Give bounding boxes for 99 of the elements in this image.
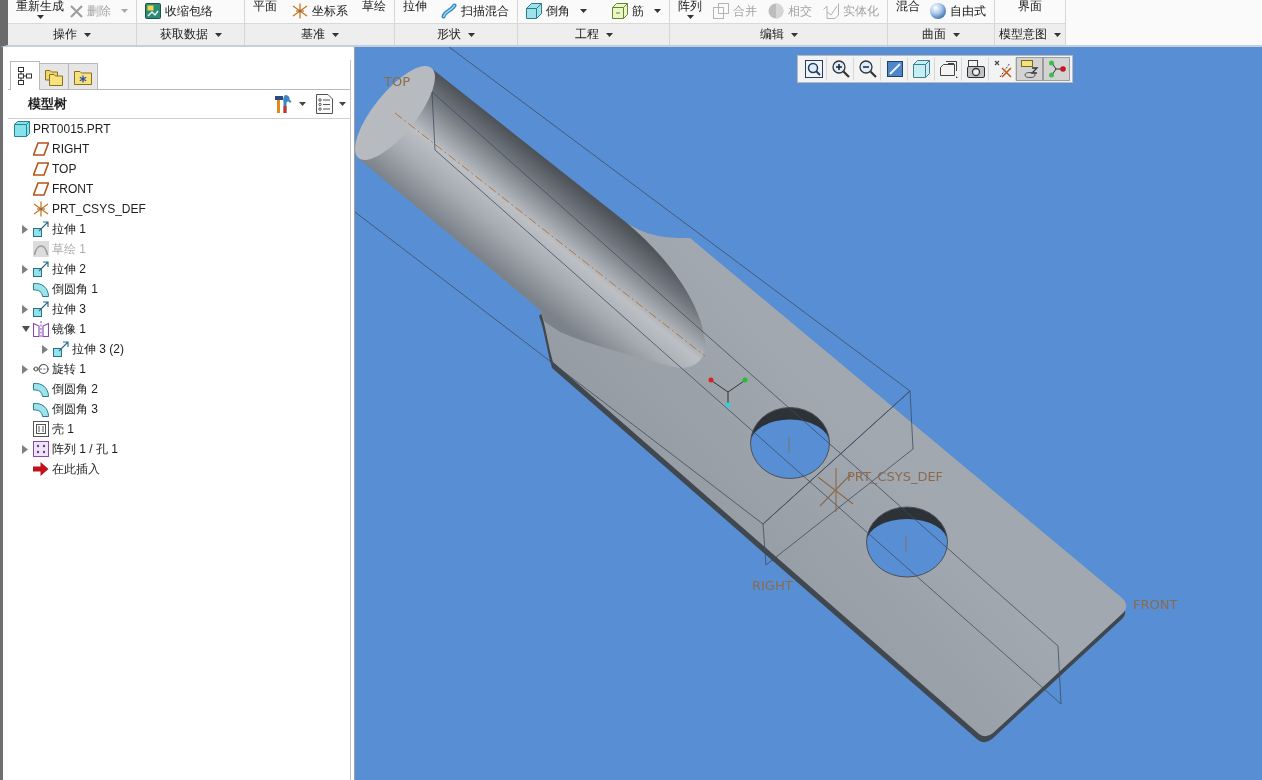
picture-tile-icon: [145, 3, 161, 19]
caret-icon[interactable]: [953, 32, 960, 37]
ribbon-button[interactable]: 界面: [1018, 0, 1042, 13]
tree-item[interactable]: FRONT: [8, 179, 94, 199]
curved-corner-icon: [33, 401, 49, 417]
pencil-square-icon: [886, 61, 903, 77]
folder-star-icon: [74, 68, 92, 85]
block-icon: [612, 3, 628, 19]
caret-icon[interactable]: [468, 32, 475, 37]
square-arrow-icon: [33, 221, 49, 237]
sphere-icon: [930, 3, 946, 19]
spin-center-button[interactable]: [1043, 57, 1070, 81]
tag-icon: [1020, 60, 1039, 78]
parallelogram-icon: [33, 182, 49, 196]
caret-icon[interactable]: [654, 9, 661, 13]
circle-axis-icon: [33, 363, 49, 375]
cross-icon: [70, 4, 83, 18]
caret-icon[interactable]: [1054, 32, 1061, 37]
dot-grid-icon: [33, 441, 49, 457]
tree-item[interactable]: RIGHT: [8, 139, 90, 159]
tree-item[interactable]: 拉伸 3: [8, 299, 86, 319]
square-arrow-icon: [53, 341, 69, 357]
arrow-icon: [33, 462, 49, 476]
group-menu-button[interactable]: 编辑: [759, 26, 798, 44]
hierarchy-icon: [18, 67, 32, 85]
square-arrow-icon: [33, 261, 49, 277]
crossed-axes-icon: [993, 60, 1012, 78]
caret-icon[interactable]: [36, 15, 44, 19]
view-triad-icon: [708, 377, 748, 408]
disc-icon: [768, 3, 784, 19]
ribbon-button[interactable]: 阵列: [678, 0, 702, 19]
caret-icon[interactable]: [331, 32, 339, 37]
tree-display-button[interactable]: [316, 93, 346, 115]
ribbon-button[interactable]: 拉伸: [403, 0, 427, 13]
mirror-icon: [33, 321, 49, 337]
list-icon: [316, 94, 333, 114]
tree-item[interactable]: 壳 1: [8, 419, 74, 439]
caret-icon[interactable]: [605, 32, 613, 37]
caret-icon[interactable]: [22, 326, 30, 332]
overlapping-frames-icon: [939, 60, 958, 78]
tick-frame-icon: [823, 3, 839, 19]
panel-tab[interactable]: [10, 61, 40, 90]
ribbon-button[interactable]: 自由式: [930, 1, 986, 21]
ribbon-button[interactable]: 坐标系: [291, 1, 348, 21]
cube-icon: [912, 60, 931, 78]
tree-item[interactable]: 旋转 1: [8, 359, 86, 379]
ribbon-button[interactable]: 草绘: [362, 0, 386, 13]
tree-item[interactable]: 拉伸 2: [8, 259, 86, 279]
zoom-in-icon: [831, 60, 850, 78]
ribbon-button[interactable]: 扫描混合: [441, 1, 509, 21]
caret-icon[interactable]: [580, 9, 587, 13]
nested-squares-icon: [33, 421, 49, 437]
tree-item[interactable]: 拉伸 3 (2): [8, 339, 124, 359]
parallelogram-icon: [33, 162, 49, 176]
beveled-block-icon: [526, 3, 542, 19]
ribbon-button[interactable]: 收缩包络: [145, 1, 213, 21]
ribbon-button[interactable]: 混合: [896, 0, 920, 13]
caret-icon[interactable]: [790, 32, 798, 37]
tree-item[interactable]: 拉伸 1: [8, 219, 86, 239]
ribbon-button[interactable]: 平面: [253, 0, 277, 13]
ribbon-button[interactable]: 倒角: [526, 1, 587, 21]
datum-label: RIGHT: [752, 578, 793, 593]
tree-item[interactable]: PRT_CSYS_DEF: [8, 199, 146, 219]
node-graph-icon: [1047, 60, 1066, 78]
tree-item[interactable]: PRT0015.PRT: [8, 119, 111, 139]
ribbon-button[interactable]: 重新生成: [16, 0, 64, 19]
caret-icon[interactable]: [339, 102, 346, 106]
caret-icon[interactable]: [299, 102, 306, 106]
hammer-wrench-icon: [273, 94, 293, 114]
curve-icon: [33, 241, 49, 257]
curved-tube-icon: [441, 3, 457, 19]
annotation-display-button[interactable]: [1016, 57, 1043, 81]
caret-icon[interactable]: [84, 32, 91, 37]
ribbon-button[interactable]: 筋: [612, 1, 661, 21]
datum-label: FRONT: [1133, 597, 1178, 612]
axes-icon: [33, 201, 49, 217]
tree-item[interactable]: 倒圆角 3: [8, 399, 98, 419]
tree-item[interactable]: 镜像 1: [8, 319, 86, 339]
tree-item[interactable]: 在此插入: [8, 459, 100, 479]
square-arrow-icon: [33, 301, 49, 317]
zoom-out-icon: [858, 60, 877, 78]
tree-item[interactable]: 阵列 1 / 孔 1: [8, 439, 119, 459]
axes-icon: [291, 3, 308, 19]
cube-icon: [14, 121, 30, 137]
tree-settings-button[interactable]: [273, 93, 306, 115]
tree-item[interactable]: TOP: [8, 159, 77, 179]
curved-corner-icon: [33, 381, 49, 397]
camera-icon: [966, 60, 985, 78]
overlapping-squares-icon: [713, 3, 729, 19]
tree-item[interactable]: 倒圆角 1: [8, 279, 98, 299]
tree-item[interactable]: 倒圆角 2: [8, 379, 98, 399]
panel-title: 模型树: [28, 95, 67, 113]
folders-icon: [45, 67, 63, 86]
caret-icon[interactable]: [214, 32, 222, 37]
caret-icon[interactable]: [686, 15, 694, 19]
curved-corner-icon: [33, 281, 49, 297]
datum-label: PRT_CSYS_DEF: [847, 469, 944, 484]
magnifier-square-icon: [804, 60, 823, 78]
parallelogram-icon: [33, 142, 49, 156]
